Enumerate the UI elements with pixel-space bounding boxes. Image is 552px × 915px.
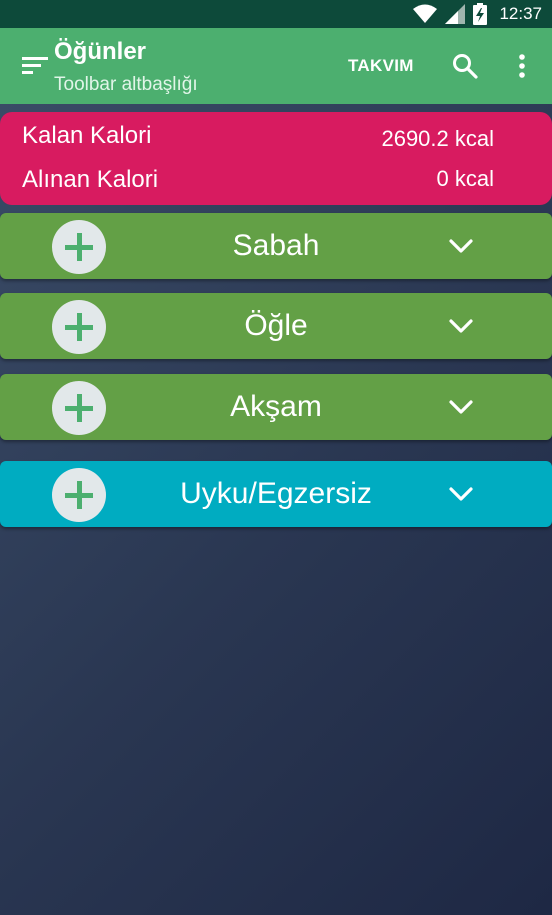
meal-row-dinner[interactable]: Akşam [0,374,552,440]
meal-label: Akşam [230,390,322,423]
meal-label: Öğle [244,309,308,342]
taken-calories-label: Alınan Kalori [22,166,159,193]
wifi-icon [413,4,438,23]
meal-label: Sabah [232,229,320,262]
battery-charging-icon [473,3,488,25]
meal-row-lunch[interactable]: Öğle [0,293,552,359]
add-sleep-exercise-button[interactable] [52,468,106,522]
chevron-down-icon[interactable] [448,485,474,503]
plus-icon [65,394,93,422]
calendar-button[interactable]: TAKVIM [348,56,414,76]
chevron-down-icon[interactable] [448,398,474,416]
add-breakfast-button[interactable] [52,220,106,274]
status-bar: 12:37 [0,0,552,28]
remaining-calories-label: Kalan Kalori [22,122,152,149]
plus-icon [65,481,93,509]
chevron-down-icon[interactable] [448,237,474,255]
meal-row-sleep-exercise[interactable]: Uyku/Egzersiz [0,461,552,527]
calorie-summary-card: Kalan Kalori 2690.2 kcal Alınan Kalori 0… [0,112,552,205]
page-subtitle: Toolbar altbaşlığı [54,74,198,95]
add-lunch-button[interactable] [52,300,106,354]
more-vert-icon[interactable] [512,53,532,81]
add-dinner-button[interactable] [52,381,106,435]
search-icon[interactable] [452,53,478,79]
taken-calories-value: 0 kcal [436,166,494,191]
chevron-down-icon[interactable] [448,317,474,335]
meal-label: Uyku/Egzersiz [180,477,372,510]
toolbar: Öğünler Toolbar altbaşlığı TAKVIM [0,28,552,104]
page-title: Öğünler [54,38,147,65]
remaining-calories-value: 2690.2 kcal [381,126,494,151]
signal-icon [445,4,466,24]
meal-row-breakfast[interactable]: Sabah [0,213,552,279]
plus-icon [65,313,93,341]
sort-menu-icon[interactable] [22,54,50,78]
plus-icon [65,233,93,261]
status-time: 12:37 [499,4,542,23]
